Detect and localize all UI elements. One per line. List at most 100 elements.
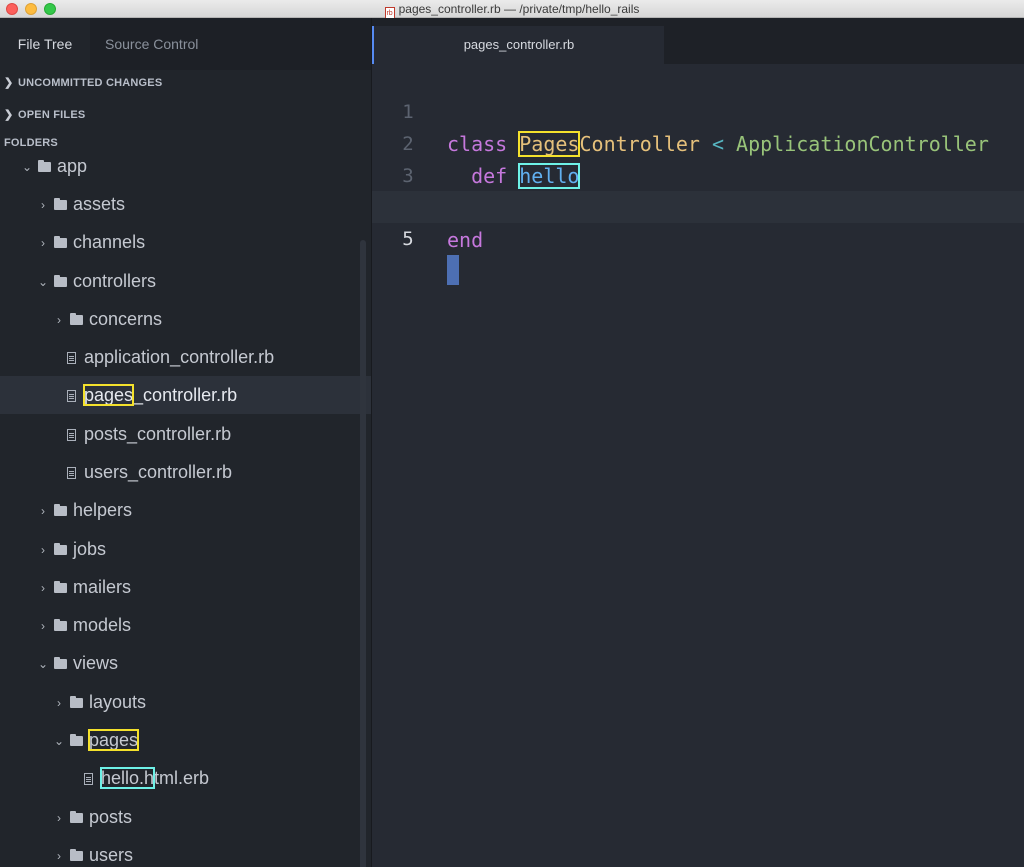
chevron-down-icon: ⌄ <box>53 734 65 748</box>
tab-file-tree[interactable]: File Tree <box>0 18 90 70</box>
chevron-right-icon: › <box>41 543 45 557</box>
tree-label: layouts <box>89 692 147 712</box>
editor-tab-pages-controller[interactable]: pages_controller.rb <box>372 26 664 64</box>
chevron-down-icon: ⌄ <box>37 275 49 289</box>
chevron-right-icon: › <box>57 313 61 327</box>
folder-icon <box>70 849 84 861</box>
tree-label: views <box>73 653 119 673</box>
tree-label: posts_controller.rb <box>84 424 232 444</box>
tree-label: mailers <box>73 577 132 597</box>
tree-label: tml.erb <box>154 768 210 788</box>
tree-folder-mailers[interactable]: › mailers <box>0 568 371 606</box>
chevron-right-icon: › <box>57 811 61 825</box>
code-line: 2 def hello <box>372 96 1024 189</box>
tree-folder-users[interactable]: › users <box>0 836 371 867</box>
line-number: 5 <box>402 228 414 250</box>
section-label: UNCOMMITTED CHANGES <box>18 77 163 89</box>
chevron-right-icon: › <box>41 581 45 595</box>
folder-icon <box>54 657 68 669</box>
code-line: 4 end <box>372 160 1024 252</box>
chevron-right-icon: ❯ <box>4 77 14 89</box>
tree-folder-assets[interactable]: › assets <box>0 185 371 223</box>
code-line: 3 end <box>372 128 1024 220</box>
folder-icon <box>54 275 68 287</box>
tree-file-posts-controller[interactable]: posts_controller.rb <box>0 415 371 453</box>
file-text-icon <box>67 467 76 479</box>
folder-icon <box>54 619 68 631</box>
chevron-right-icon: › <box>41 504 45 518</box>
code-text <box>447 255 459 287</box>
chevron-right-icon: › <box>41 198 45 212</box>
chevron-right-icon: › <box>41 619 45 633</box>
window-title: rb pages_controller.rb — /private/tmp/hel… <box>0 2 1024 19</box>
tree-label: application_controller.rb <box>84 347 275 367</box>
section-uncommitted-changes[interactable]: ❯ UNCOMMITTED CHANGES <box>4 76 162 89</box>
tree-label: helpers <box>73 500 133 520</box>
folder-icon <box>38 160 52 172</box>
folder-icon <box>54 198 68 210</box>
sidebar-tabs: File Tree Source Control <box>0 18 371 70</box>
section-open-files[interactable]: ❯ OPEN FILES <box>4 108 85 121</box>
chevron-right-icon: › <box>57 849 61 863</box>
chevron-down-icon: ⌄ <box>37 657 49 671</box>
tree-file-application-controller[interactable]: application_controller.rb <box>0 338 371 376</box>
chevron-down-icon: ⌄ <box>21 160 33 174</box>
editor-tab-bar: pages_controller.rb <box>372 18 1024 64</box>
tree-file-pages-controller[interactable]: pages_controller.rb <box>0 376 371 414</box>
tree-label: users <box>89 845 134 865</box>
tree-folder-controllers[interactable]: ⌄ controllers <box>0 262 371 300</box>
file-text-icon <box>67 429 76 441</box>
tree-label: jobs <box>73 539 107 559</box>
window-titlebar: rb pages_controller.rb — /private/tmp/hel… <box>0 0 1024 19</box>
folder-icon <box>70 734 84 746</box>
sidebar: File Tree Source Control ❯ UNCOMMITTED CH… <box>0 18 372 867</box>
tree-folder-concerns[interactable]: › concerns <box>0 300 371 338</box>
chevron-right-icon: › <box>57 696 61 710</box>
tree-folder-helpers[interactable]: › helpers <box>0 491 371 529</box>
code-text: end <box>447 224 483 256</box>
tree-label: channels <box>73 232 146 252</box>
tree-folder-app[interactable]: ⌄ app <box>0 147 371 185</box>
tab-source-control[interactable]: Source Control <box>105 18 198 70</box>
highlight-box-yellow: pages <box>82 384 135 406</box>
code-line-current: 5 <box>372 191 1024 285</box>
tree-label: assets <box>73 194 126 214</box>
file-text-icon <box>67 390 76 402</box>
tree-label: users_controller.rb <box>84 462 233 482</box>
tree-file-hello-html-erb[interactable]: hello.html.erb <box>0 759 371 797</box>
folder-icon <box>70 696 84 708</box>
tree-file-users-controller[interactable]: users_controller.rb <box>0 453 371 491</box>
folder-icon <box>70 313 84 325</box>
tree-label: _controller.rb <box>133 385 238 405</box>
section-label: OPEN FILES <box>18 109 86 121</box>
code-editor[interactable]: 1 class PagesController < ApplicationCon… <box>372 64 1024 867</box>
tree-label: concerns <box>89 309 163 329</box>
folder-icon <box>54 581 68 593</box>
tree-folder-views[interactable]: ⌄ views <box>0 644 371 682</box>
folder-icon <box>54 236 68 248</box>
folder-icon <box>54 504 68 516</box>
sidebar-scrollbar[interactable] <box>360 240 366 867</box>
highlight-box-yellow: pages <box>88 729 140 751</box>
tree-folder-posts[interactable]: › posts <box>0 798 371 836</box>
folder-icon <box>70 811 84 823</box>
tree-label: app <box>57 156 88 176</box>
folder-icon <box>54 543 68 555</box>
code-line: 1 class PagesController < ApplicationCon… <box>372 64 1024 157</box>
keyword-token: end <box>447 228 484 252</box>
tree-folder-models[interactable]: › models <box>0 606 371 644</box>
tree-folder-jobs[interactable]: › jobs <box>0 530 371 568</box>
tree-label: posts <box>89 807 133 827</box>
tree-label: controllers <box>73 271 157 291</box>
text-cursor <box>447 255 459 285</box>
tree-folder-pages[interactable]: ⌄ pages <box>0 721 371 759</box>
tree-folder-channels[interactable]: › channels <box>0 223 371 261</box>
file-text-icon <box>84 773 93 785</box>
window-title-text: pages_controller.rb — /private/tmp/hello… <box>398 2 640 16</box>
tree-folder-layouts[interactable]: › layouts <box>0 683 371 721</box>
chevron-right-icon: › <box>41 236 45 250</box>
file-text-icon <box>67 352 76 364</box>
chevron-right-icon: ❯ <box>4 109 14 121</box>
highlight-box-cyan: hello.h <box>99 767 156 789</box>
tree-label: models <box>73 615 132 635</box>
